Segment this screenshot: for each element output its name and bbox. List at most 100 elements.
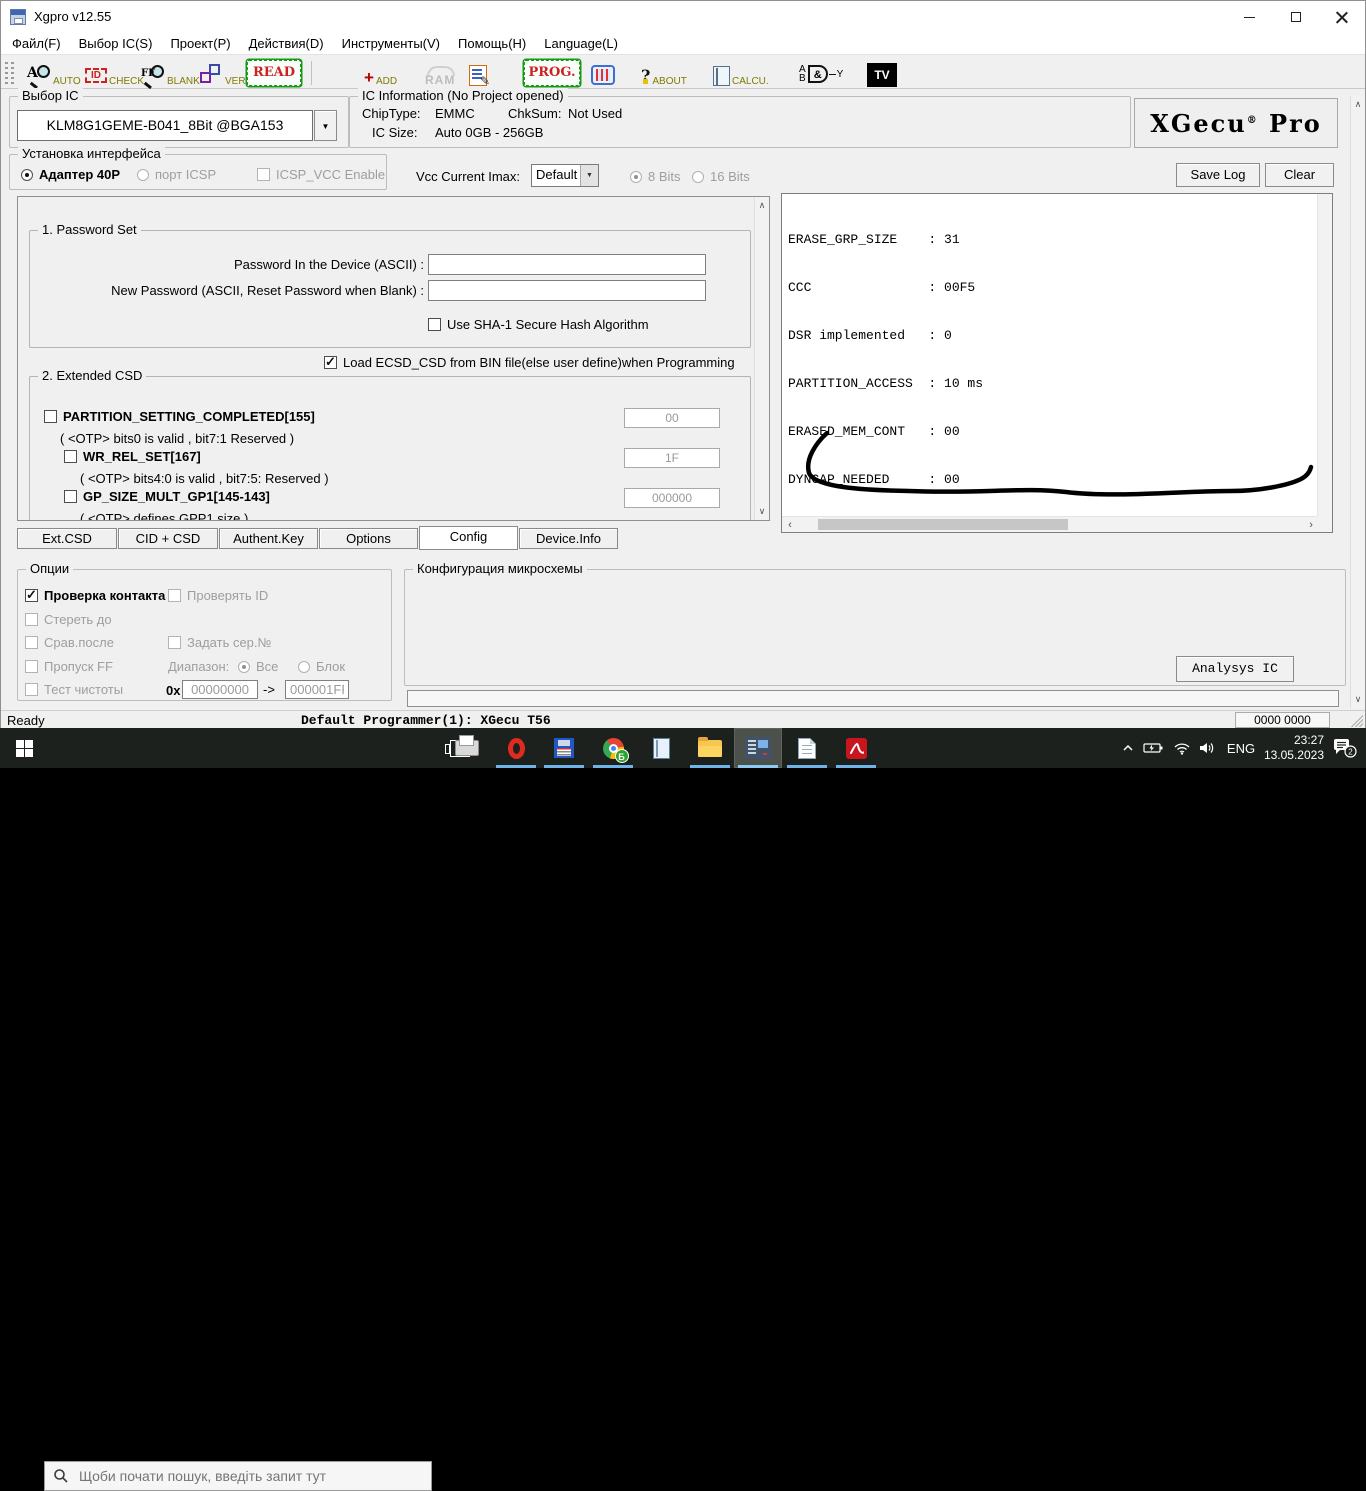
checkbox-icon[interactable] bbox=[428, 318, 441, 331]
range-all-radio[interactable]: Все bbox=[238, 659, 278, 674]
search-input[interactable] bbox=[77, 1467, 407, 1485]
checkbox-icon[interactable] bbox=[168, 636, 181, 649]
checkbox-icon[interactable] bbox=[25, 636, 38, 649]
radio-icon[interactable] bbox=[238, 661, 250, 673]
skip-ff-checkbox[interactable]: Пропуск FF bbox=[25, 659, 113, 674]
checkbox-icon[interactable] bbox=[25, 683, 38, 696]
adapter-40p-radio[interactable]: Адаптер 40P bbox=[21, 167, 120, 182]
taskbar-app-chrome[interactable]: Б bbox=[589, 728, 637, 768]
radio-icon[interactable] bbox=[630, 171, 642, 183]
addr-from-input[interactable] bbox=[182, 680, 258, 699]
erase-before-checkbox[interactable]: Стереть до bbox=[25, 612, 112, 627]
about-button[interactable]: ? ABOUT bbox=[641, 59, 687, 87]
checkbox-icon[interactable] bbox=[25, 613, 38, 626]
ecsd-value-gp-size-mult[interactable]: 000000 bbox=[624, 488, 720, 508]
checkbox-icon[interactable] bbox=[25, 660, 38, 673]
blank-test-checkbox[interactable]: Тест чистоты bbox=[25, 682, 123, 697]
window-vertical-scrollbar[interactable]: ∧ ∨ bbox=[1350, 96, 1365, 708]
tv-button[interactable]: TV bbox=[867, 59, 897, 87]
taskbar-app-scanner[interactable] bbox=[443, 728, 491, 768]
clock[interactable]: 23:27 13.05.2023 bbox=[1258, 728, 1324, 768]
scroll-down-icon[interactable]: ∨ bbox=[1351, 694, 1365, 705]
checkbox-icon[interactable] bbox=[324, 356, 337, 369]
addr-to-input[interactable] bbox=[285, 680, 349, 699]
checkbox-icon[interactable] bbox=[257, 168, 270, 181]
tab-config[interactable]: Config bbox=[419, 526, 518, 550]
checkbox-icon[interactable] bbox=[64, 490, 77, 503]
taskbar-app-opera[interactable] bbox=[492, 728, 540, 768]
language-indicator[interactable]: ENG bbox=[1224, 728, 1258, 768]
menu-file[interactable]: Файл(F) bbox=[3, 33, 70, 54]
taskbar-app-xgpro[interactable] bbox=[734, 728, 782, 768]
scroll-down-icon[interactable]: ∨ bbox=[755, 506, 769, 517]
scroll-left-icon[interactable]: ‹ bbox=[784, 518, 796, 533]
radio-icon[interactable] bbox=[298, 661, 310, 673]
checkbox-icon[interactable] bbox=[64, 450, 77, 463]
notification-center-button[interactable]: 2 bbox=[1330, 728, 1360, 768]
log-vertical-scrollbar[interactable]: ∧ ∨ bbox=[1317, 194, 1332, 516]
scroll-up-icon[interactable]: ∧ bbox=[755, 200, 769, 211]
password-device-input[interactable] bbox=[428, 254, 706, 275]
menu-project[interactable]: Проект(P) bbox=[161, 33, 239, 54]
menu-select-ic[interactable]: Выбор IC(S) bbox=[70, 33, 162, 54]
chevron-down-icon[interactable]: ▼ bbox=[580, 165, 598, 186]
sha1-checkbox[interactable]: Use SHA-1 Secure Hash Algorithm bbox=[428, 317, 649, 332]
read-button[interactable]: READ bbox=[247, 58, 301, 86]
menu-actions[interactable]: Действия(D) bbox=[240, 33, 333, 54]
radio-icon[interactable] bbox=[692, 171, 704, 183]
battery-status[interactable] bbox=[1142, 728, 1166, 768]
menu-tools[interactable]: Инструменты(V) bbox=[333, 33, 449, 54]
tab-ext-csd[interactable]: Ext.CSD bbox=[17, 528, 117, 549]
logic-gate-button[interactable]: AB & Y bbox=[799, 59, 843, 87]
bits8-radio[interactable]: 8 Bits bbox=[630, 169, 681, 184]
tab-device-info[interactable]: Device.Info bbox=[519, 528, 618, 549]
prog-button[interactable]: PROG. bbox=[524, 58, 580, 86]
add-button[interactable]: + ADD bbox=[364, 59, 397, 87]
taskbar-app-explorer[interactable] bbox=[686, 728, 734, 768]
tab-options[interactable]: Options bbox=[319, 528, 418, 549]
icsp-vcc-checkbox[interactable]: ICSP_VCC Enable bbox=[257, 167, 385, 182]
taskbar-app-calculator[interactable] bbox=[637, 728, 685, 768]
ic-select-value[interactable]: KLM8G1GEME-B041_8Bit @BGA153 bbox=[17, 110, 313, 141]
load-ecsd-checkbox[interactable]: Load ECSD_CSD from BIN file(else user de… bbox=[324, 355, 735, 370]
tab-authent-key[interactable]: Authent.Key bbox=[219, 528, 318, 549]
scroll-up-icon[interactable]: ∧ bbox=[1351, 99, 1365, 110]
set-serial-checkbox[interactable]: Задать сер.№ bbox=[168, 635, 271, 650]
auto-button[interactable]: A AUTO bbox=[27, 59, 81, 87]
pin-check-checkbox[interactable]: Проверка контакта PIN bbox=[25, 588, 191, 603]
minimize-button[interactable] bbox=[1227, 1, 1273, 33]
log-horizontal-scrollbar[interactable]: ‹ › bbox=[782, 516, 1319, 532]
icsp-port-radio[interactable]: порт ICSP bbox=[137, 167, 216, 182]
password-new-input[interactable] bbox=[428, 280, 706, 301]
start-button[interactable] bbox=[0, 728, 48, 768]
ecsd-item-wr-rel-set[interactable]: WR_REL_SET[167] bbox=[64, 449, 201, 464]
vcc-imax-combo[interactable]: Default ▼ bbox=[531, 164, 599, 187]
maximize-button[interactable] bbox=[1273, 1, 1319, 33]
taskbar-app-acrobat[interactable] bbox=[832, 728, 880, 768]
bits16-radio[interactable]: 16 Bits bbox=[692, 169, 750, 184]
close-button[interactable] bbox=[1319, 1, 1365, 33]
radio-icon[interactable] bbox=[21, 169, 33, 181]
taskbar-search[interactable] bbox=[44, 1461, 432, 1491]
radio-icon[interactable] bbox=[137, 169, 149, 181]
scrollbar-thumb[interactable] bbox=[818, 519, 1068, 530]
ecsd-value-partition-setting[interactable]: 00 bbox=[624, 408, 720, 428]
range-block-radio[interactable]: Блок bbox=[298, 659, 345, 674]
clear-button[interactable]: Clear bbox=[1265, 163, 1334, 187]
checkbox-icon[interactable] bbox=[168, 589, 181, 602]
taskbar-app-backup[interactable] bbox=[540, 728, 588, 768]
save-log-button[interactable]: Save Log bbox=[1176, 163, 1260, 187]
chip-test-button[interactable] bbox=[591, 59, 615, 87]
ecsd-item-gp-size-mult[interactable]: GP_SIZE_MULT_GP1[145-143] bbox=[64, 489, 270, 504]
blank-check-button[interactable]: FF BLANK bbox=[141, 59, 200, 87]
check-id-button[interactable]: ID CHECK bbox=[85, 59, 144, 87]
check-id-checkbox[interactable]: Проверять ID bbox=[168, 588, 268, 603]
taskbar-app-notepad[interactable] bbox=[783, 728, 831, 768]
wifi-status[interactable] bbox=[1170, 728, 1194, 768]
checkbox-icon[interactable] bbox=[44, 410, 57, 423]
calculator-button[interactable]: CALCU. bbox=[713, 59, 769, 87]
tray-expand-button[interactable] bbox=[1118, 728, 1138, 768]
ecsd-item-partition-setting[interactable]: PARTITION_SETTING_COMPLETED[155] bbox=[44, 409, 315, 424]
volume-status[interactable] bbox=[1196, 728, 1220, 768]
panel-vertical-scrollbar[interactable]: ∧ ∨ bbox=[754, 197, 769, 520]
